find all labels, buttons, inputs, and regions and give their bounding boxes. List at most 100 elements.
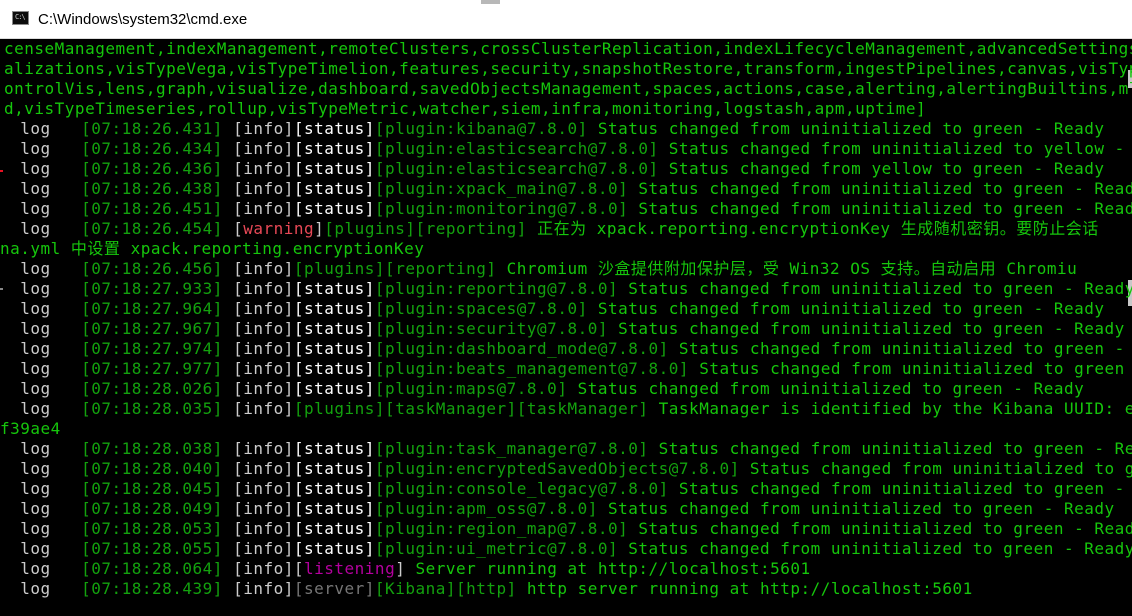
plugin-tag: [plugins][reporting] [293, 259, 497, 278]
log-entry: log [07:18:26.456] [info][plugins][repor… [0, 259, 1077, 279]
info-tag: [info] [233, 379, 294, 398]
timestamp: [07:18:27.977] [81, 359, 223, 378]
log-message: Status changed from uninitialized to gre… [658, 439, 1132, 458]
log-message: 正在为 xpack.reporting.encryptionKey 生成随机密钥… [537, 219, 1099, 238]
warning-tag: warning [243, 219, 315, 238]
plugin-tag: [plugin:elasticsearch@7.8.0] [374, 159, 659, 178]
status-tag: [status] [293, 159, 375, 178]
log-level: log [0, 379, 82, 398]
log-message: Status changed from uninitialized to gre… [678, 339, 1132, 358]
title-bar-notch [481, 0, 500, 4]
log-message: Status changed from uninitialized to gre… [607, 499, 1115, 518]
timestamp: [07:18:28.040] [81, 459, 223, 478]
plugin-tag: [plugin:apm_oss@7.8.0] [374, 499, 598, 518]
listening-entry: log [07:18:28.064] [info][listening] Ser… [0, 559, 811, 579]
info-tag: [info] [233, 159, 294, 178]
log-message: Status changed from uninitialized to gre… [638, 179, 1132, 198]
log-entry: log [07:18:28.045] [info][status][plugin… [0, 479, 1132, 499]
warning-entry: log [07:18:26.454] [warning][plugins][re… [0, 219, 1099, 239]
log-entry: log [07:18:27.967] [info][status][plugin… [0, 319, 1125, 339]
status-tag: [status] [293, 199, 375, 218]
log-level: log [0, 139, 82, 158]
console-output[interactable]: censeManagement,indexManagement,remoteCl… [0, 39, 1132, 616]
timestamp: [07:18:27.933] [81, 279, 223, 298]
timestamp: [07:18:28.055] [81, 539, 223, 558]
info-tag: [info] [233, 559, 294, 578]
status-tag: [status] [293, 439, 375, 458]
log-level: log [0, 519, 82, 538]
log-level: log [0, 459, 82, 478]
cmd-icon-glyph: C:\ [15, 13, 26, 21]
log-message: Status changed from uninitialized to gr [749, 459, 1132, 478]
log-level: log [0, 579, 82, 598]
log-level: log [0, 299, 82, 318]
log-entry: log [07:18:28.035] [info][plugins][taskM… [0, 399, 1132, 419]
log-message: Status changed from uninitialized to gre… [597, 299, 1105, 318]
log-message: http server running at http://localhost:… [526, 579, 973, 598]
console-line: alizations,visTypeVega,visTypeTimelion,f… [4, 59, 1132, 78]
plugin-tag: [plugin:dashboard_mode@7.8.0] [374, 339, 669, 358]
plugin-tag: [plugin:ui_metric@7.8.0] [374, 539, 619, 558]
log-message: Status changed from uninitialized to gre… [577, 379, 1085, 398]
status-tag: [status] [293, 339, 375, 358]
info-tag: [info] [233, 119, 294, 138]
timestamp: [07:18:26.451] [81, 199, 223, 218]
info-tag: [info] [233, 439, 294, 458]
status-tag: [status] [293, 179, 375, 198]
title-bar[interactable]: C:\ C:\Windows\system32\cmd.exe [0, 0, 1132, 39]
status-tag: [status] [293, 299, 375, 318]
info-tag: [info] [233, 359, 294, 378]
plugin-tag: [plugin:kibana@7.8.0] [374, 119, 588, 138]
status-tag: [status] [293, 499, 375, 518]
log-entry: log [07:18:26.451] [info][status][plugin… [0, 199, 1132, 219]
info-tag: [info] [233, 299, 294, 318]
log-level: log [0, 339, 82, 358]
log-entry: log [07:18:28.038] [info][status][plugin… [0, 439, 1132, 459]
info-tag: [info] [233, 179, 294, 198]
plugin-tag: [plugin:beats_management@7.8.0] [374, 359, 690, 378]
timestamp: [07:18:27.967] [81, 319, 223, 338]
plugin-tag: [plugins][reporting] [324, 219, 527, 238]
info-tag: [info] [233, 199, 294, 218]
log-level: log [0, 499, 82, 518]
log-message: Status changed from uninitialized to gre… [618, 319, 1125, 338]
status-tag: [status] [293, 519, 375, 538]
cmd-window: C:\ C:\Windows\system32\cmd.exe censeMan… [0, 0, 1132, 616]
status-tag: [status] [293, 279, 375, 298]
log-message: Status changed from uninitialized to gre… [628, 279, 1132, 298]
log-level: log [0, 559, 82, 578]
info-tag: [info] [233, 519, 294, 538]
info-tag: [info] [233, 139, 294, 158]
plugin-tag: [plugin:console_legacy@7.8.0] [374, 479, 669, 498]
console-line: na.yml 中设置 xpack.reporting.encryptionKey [0, 239, 425, 258]
log-level: log [0, 439, 82, 458]
timestamp: [07:18:28.038] [81, 439, 223, 458]
log-entry: log [07:18:27.977] [info][status][plugin… [0, 359, 1132, 379]
log-entry: log [07:18:28.026] [info][status][plugin… [0, 379, 1084, 399]
window-title: C:\Windows\system32\cmd.exe [38, 11, 248, 28]
status-tag: [status] [293, 359, 375, 378]
plugin-tag: [plugins][taskManager][taskManager] [293, 399, 649, 418]
log-level: log [0, 279, 82, 298]
log-entry: log [07:18:28.049] [info][status][plugin… [0, 499, 1115, 519]
log-message: TaskManager is identified by the Kibana … [658, 399, 1132, 418]
log-entry: log [07:18:27.933] [info][status][plugin… [0, 279, 1132, 299]
timestamp: [07:18:28.439] [81, 579, 223, 598]
timestamp: [07:18:28.053] [81, 519, 223, 538]
bracket: [ [233, 219, 244, 238]
log-entry: log [07:18:28.053] [info][status][plugin… [0, 519, 1132, 539]
console-line: ontrolVis,lens,graph,visualize,dashboard… [4, 79, 1132, 98]
bracket: [ [293, 559, 304, 578]
log-entry: log [07:18:28.040] [info][status][plugin… [0, 459, 1132, 479]
status-tag: [status] [293, 479, 375, 498]
plugin-tag: [plugin:spaces@7.8.0] [374, 299, 588, 318]
log-message: Chromium 沙盒提供附加保护层，受 Win32 OS 支持。自动启用 Ch… [506, 259, 1078, 278]
log-level: log [0, 479, 82, 498]
status-tag: [status] [293, 459, 375, 478]
timestamp: [07:18:28.049] [81, 499, 223, 518]
log-message: Status changed from uninitialized to gre… [678, 479, 1132, 498]
info-tag: [info] [233, 319, 294, 338]
status-tag: [status] [293, 379, 375, 398]
log-message: Status changed from uninitialized to gre… [699, 359, 1132, 378]
cmd-icon[interactable]: C:\ [12, 11, 29, 25]
